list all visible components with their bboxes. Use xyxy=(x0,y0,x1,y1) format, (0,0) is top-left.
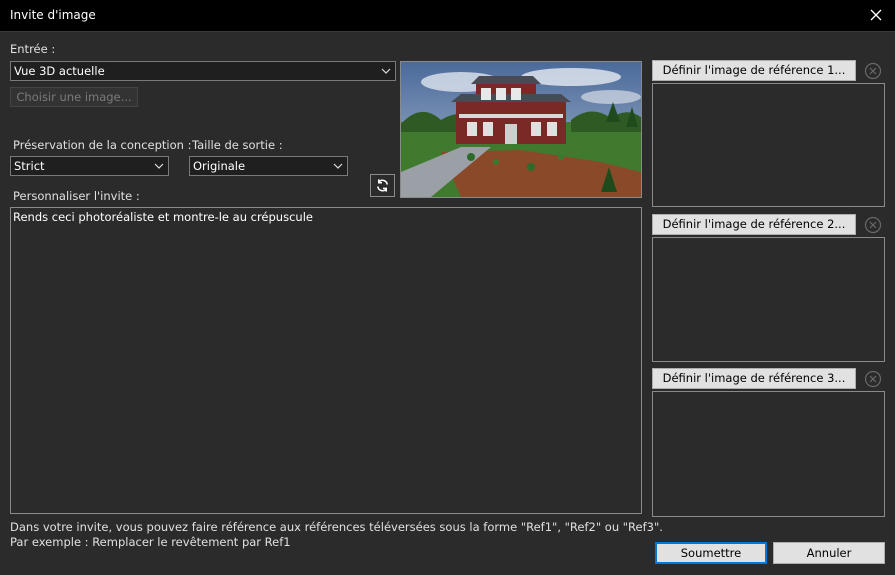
output-size-label: Taille de sortie : xyxy=(192,138,283,152)
input-label: Entrée : xyxy=(10,42,56,56)
title-bar: Invite d'image xyxy=(0,0,895,32)
reference-1-preview xyxy=(652,83,885,207)
output-size-select-value: Originale xyxy=(193,159,246,173)
reference-3-preview xyxy=(652,391,885,517)
clear-circle-icon xyxy=(864,370,882,387)
chevron-down-icon xyxy=(381,68,391,74)
clear-reference-2-button[interactable] xyxy=(862,214,884,235)
help-text-line2: Par exemple : Remplacer le revêtement pa… xyxy=(10,535,291,549)
prompt-label: Personnaliser l'invite : xyxy=(13,189,140,203)
preservation-select-value: Strict xyxy=(14,159,45,173)
clear-circle-icon xyxy=(864,216,882,233)
house-render xyxy=(401,62,641,197)
cancel-button[interactable]: Annuler xyxy=(773,542,885,564)
submit-button[interactable]: Soumettre xyxy=(655,542,767,564)
prompt-textarea[interactable]: Rends ceci photoréaliste et montre-le au… xyxy=(10,207,642,514)
preservation-label: Préservation de la conception : xyxy=(13,138,192,152)
chevron-down-icon xyxy=(333,163,343,169)
choose-image-button[interactable]: Choisir une image... xyxy=(10,87,138,107)
close-icon xyxy=(870,9,882,21)
set-reference-2-button[interactable]: Définir l'image de référence 2... xyxy=(652,214,856,235)
preservation-select[interactable]: Strict xyxy=(10,156,169,176)
close-button[interactable] xyxy=(863,3,889,27)
refresh-icon xyxy=(377,179,388,192)
reference-2-preview xyxy=(652,237,885,362)
input-select-value: Vue 3D actuelle xyxy=(14,64,105,78)
set-reference-3-button[interactable]: Définir l'image de référence 3... xyxy=(652,368,856,389)
window-title: Invite d'image xyxy=(10,8,96,22)
preview-image xyxy=(400,61,642,198)
set-reference-1-button[interactable]: Définir l'image de référence 1... xyxy=(652,60,856,81)
chevron-down-icon xyxy=(154,163,164,169)
input-select[interactable]: Vue 3D actuelle xyxy=(10,61,396,81)
clear-reference-3-button[interactable] xyxy=(862,368,884,389)
clear-reference-1-button[interactable] xyxy=(862,60,884,81)
refresh-button[interactable] xyxy=(370,174,395,197)
output-size-select[interactable]: Originale xyxy=(189,156,348,176)
prompt-text: Rends ceci photoréaliste et montre-le au… xyxy=(13,210,313,224)
clear-circle-icon xyxy=(864,62,882,79)
help-text-line1: Dans votre invite, vous pouvez faire réf… xyxy=(10,520,663,534)
